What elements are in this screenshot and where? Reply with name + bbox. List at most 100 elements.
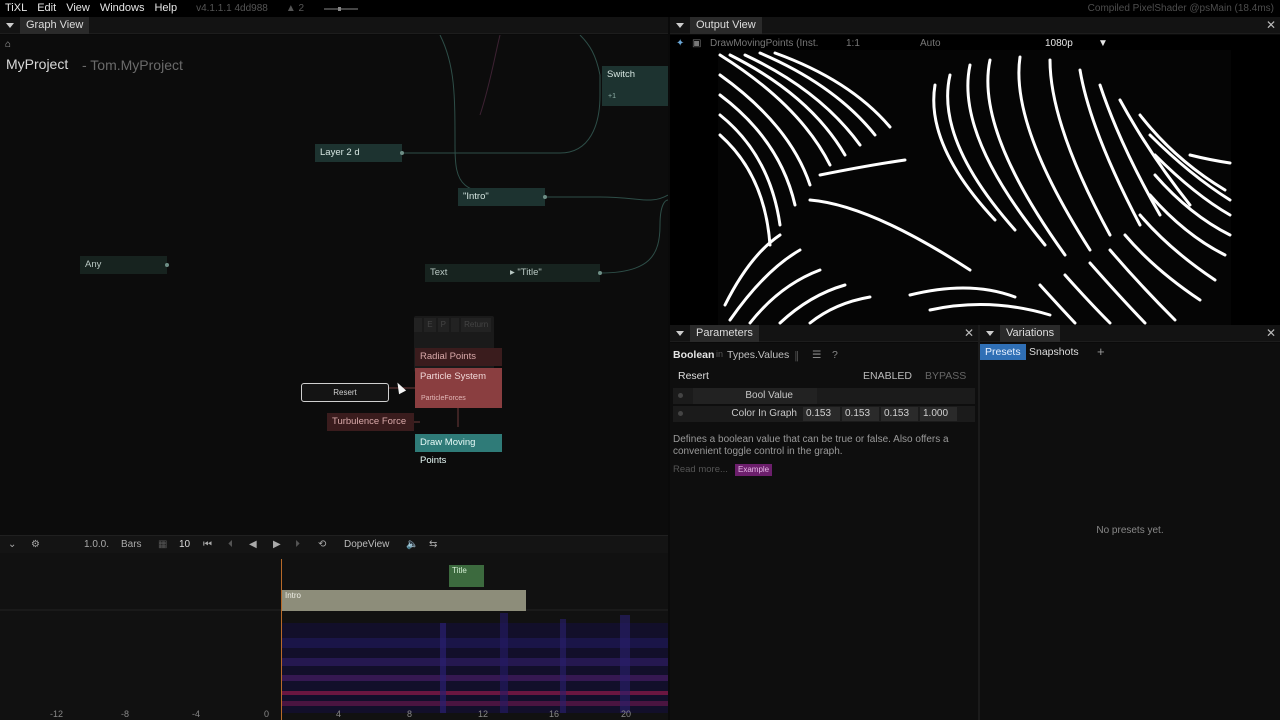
play-reverse-icon[interactable]: ◀	[249, 538, 257, 552]
loop-icon[interactable]: ⟲	[318, 538, 326, 552]
pin-icon[interactable]: ✦	[676, 37, 684, 51]
mini-toolbar-p[interactable]: P	[437, 318, 449, 332]
grid-icon[interactable]: ▦	[158, 538, 167, 552]
add-icon[interactable]: +	[1092, 344, 1110, 360]
chevron-down-icon[interactable]: ▼	[1098, 37, 1108, 51]
tab-variations[interactable]: Variations	[1000, 324, 1061, 342]
node-resert-toggle[interactable]: Resert	[301, 383, 389, 402]
mini-toolbar-return[interactable]: Return	[461, 318, 492, 332]
mini-toolbar-f[interactable]	[450, 318, 460, 332]
read-more-link[interactable]: Read more...	[673, 464, 728, 475]
node-label: "Intro"	[463, 191, 489, 202]
zoom-selector[interactable]: 1:1	[846, 37, 860, 51]
timeline-area[interactable]: Title Intro -12 -8 -4 0 4 8 12 16 20	[0, 553, 668, 720]
compile-status: Compiled PixelShader @psMain (18.4ms)	[1087, 3, 1274, 14]
node-mini-toolbar: E P Return	[414, 318, 538, 332]
mini-toolbar-gap	[414, 318, 423, 332]
enabled-toggle[interactable]: ENABLED	[863, 370, 912, 382]
node-radial-points[interactable]: Radial Points	[415, 348, 502, 366]
node-particle-system[interactable]: Particle System ParticleForces	[415, 368, 502, 408]
node-intro[interactable]: "Intro"	[458, 188, 547, 206]
color-g-input[interactable]: 0.153	[842, 407, 879, 421]
time-mode-selector[interactable]: Bars	[121, 538, 142, 552]
connection-lines	[388, 35, 668, 427]
color-a-input[interactable]: 1.000	[920, 407, 957, 421]
operator-name[interactable]: Boolean	[673, 349, 714, 361]
example-button[interactable]: Example	[735, 464, 773, 476]
node-layer[interactable]: Layer 2 d	[315, 144, 404, 162]
color-r-input[interactable]: 0.153	[803, 407, 840, 421]
close-icon[interactable]: ✕	[964, 326, 974, 340]
menu-windows[interactable]: Windows	[95, 0, 150, 17]
collapse-icon[interactable]	[986, 330, 994, 336]
ruler-tick: -12	[50, 709, 64, 719]
node-switch[interactable]: Switch +1	[602, 66, 668, 106]
jump-start-icon[interactable]: ⏮	[203, 538, 212, 552]
output-port[interactable]	[598, 271, 602, 275]
node-label: Turbulence Force	[332, 416, 407, 427]
bpm-display[interactable]: 10	[179, 538, 190, 552]
app-menu[interactable]: TiXL	[0, 0, 32, 17]
close-icon[interactable]: ✕	[1266, 18, 1276, 32]
node-input-label: ParticleForces	[421, 395, 466, 402]
mini-toolbar-e[interactable]: E	[424, 318, 436, 332]
node-sub-label: +1	[608, 93, 616, 100]
camera-icon[interactable]: ▣	[692, 37, 701, 51]
pinned-operator-selector[interactable]: DrawMovingPoints (Inst.	[710, 37, 818, 51]
param-bool-value: Bool Value	[673, 388, 975, 404]
output-port[interactable]	[400, 151, 404, 155]
ruler-tick: -8	[121, 709, 130, 719]
graph-view-titlebar: Graph View	[0, 16, 668, 34]
parameters-titlebar: Parameters ✕	[670, 324, 978, 342]
prev-frame-icon[interactable]: ⏴	[228, 538, 233, 552]
tab-output-view[interactable]: Output View	[690, 16, 762, 34]
node-any[interactable]: Any	[80, 256, 169, 274]
collapse-icon[interactable]	[676, 330, 684, 336]
menu-view[interactable]: View	[61, 0, 95, 17]
node-param-title: ▸ "Title"	[510, 267, 542, 278]
play-icon[interactable]: ▶	[273, 538, 281, 552]
tab-parameters[interactable]: Parameters	[690, 324, 759, 342]
animate-icon[interactable]	[678, 393, 683, 398]
tab-graph-view[interactable]: Graph View	[20, 16, 90, 34]
rendered-output	[718, 50, 1232, 325]
output-port[interactable]	[543, 195, 547, 199]
node-draw-moving-points[interactable]: Draw Moving Points	[415, 434, 502, 466]
menu-help[interactable]: Help	[149, 0, 182, 17]
list-icon[interactable]: ☰	[812, 349, 821, 361]
resolution-selector[interactable]: 1080p	[1045, 37, 1073, 51]
output-port[interactable]	[165, 263, 169, 267]
tab-presets[interactable]: Presets	[980, 344, 1026, 360]
node-turbulence-force[interactable]: Turbulence Force	[327, 413, 414, 431]
keyframe-icon[interactable]: ⇆	[429, 538, 437, 552]
output-viewport[interactable]: ✦ ▣ DrawMovingPoints (Inst. 1:1 Auto 108…	[670, 35, 1280, 325]
time-display[interactable]: 1.0.0.	[84, 538, 109, 552]
view-mode-selector[interactable]: DopeView	[344, 538, 389, 552]
chevron-down-icon[interactable]: ⌄	[8, 538, 16, 552]
color-b-input[interactable]: 0.153	[881, 407, 918, 421]
clip-intro[interactable]: Intro	[282, 590, 526, 611]
clip-title[interactable]: Title	[449, 565, 484, 587]
gear-icon[interactable]: ⚙	[31, 538, 40, 552]
animate-icon[interactable]	[678, 411, 683, 416]
camera-mode-selector[interactable]: Auto	[920, 37, 941, 51]
collapse-icon[interactable]	[676, 22, 684, 28]
ruler-tick: 16	[549, 709, 560, 719]
menu-edit[interactable]: Edit	[32, 0, 61, 17]
graph-canvas[interactable]: ⌂ MyProject - Tom.MyProject Switch +1 La…	[0, 35, 668, 535]
node-text[interactable]: Text ▸ "Title"	[425, 264, 602, 282]
help-icon[interactable]: ?	[832, 349, 838, 361]
instance-name[interactable]: Resert	[678, 370, 709, 382]
tab-snapshots[interactable]: Snapshots	[1024, 344, 1084, 360]
audio-icon[interactable]: 🔈	[406, 538, 418, 552]
home-icon[interactable]: ⌂	[5, 39, 11, 50]
collapse-icon[interactable]	[6, 22, 14, 28]
next-frame-icon[interactable]: ⏵	[295, 538, 300, 552]
ruler-tick: 0	[264, 709, 270, 719]
close-icon[interactable]: ✕	[1266, 326, 1276, 340]
playhead[interactable]	[281, 559, 282, 720]
audio-level-meter	[324, 6, 359, 11]
operator-namespace[interactable]: Types.Values	[727, 349, 789, 361]
node-label: Radial Points	[420, 351, 476, 362]
bypass-toggle[interactable]: BYPASS	[925, 370, 966, 382]
